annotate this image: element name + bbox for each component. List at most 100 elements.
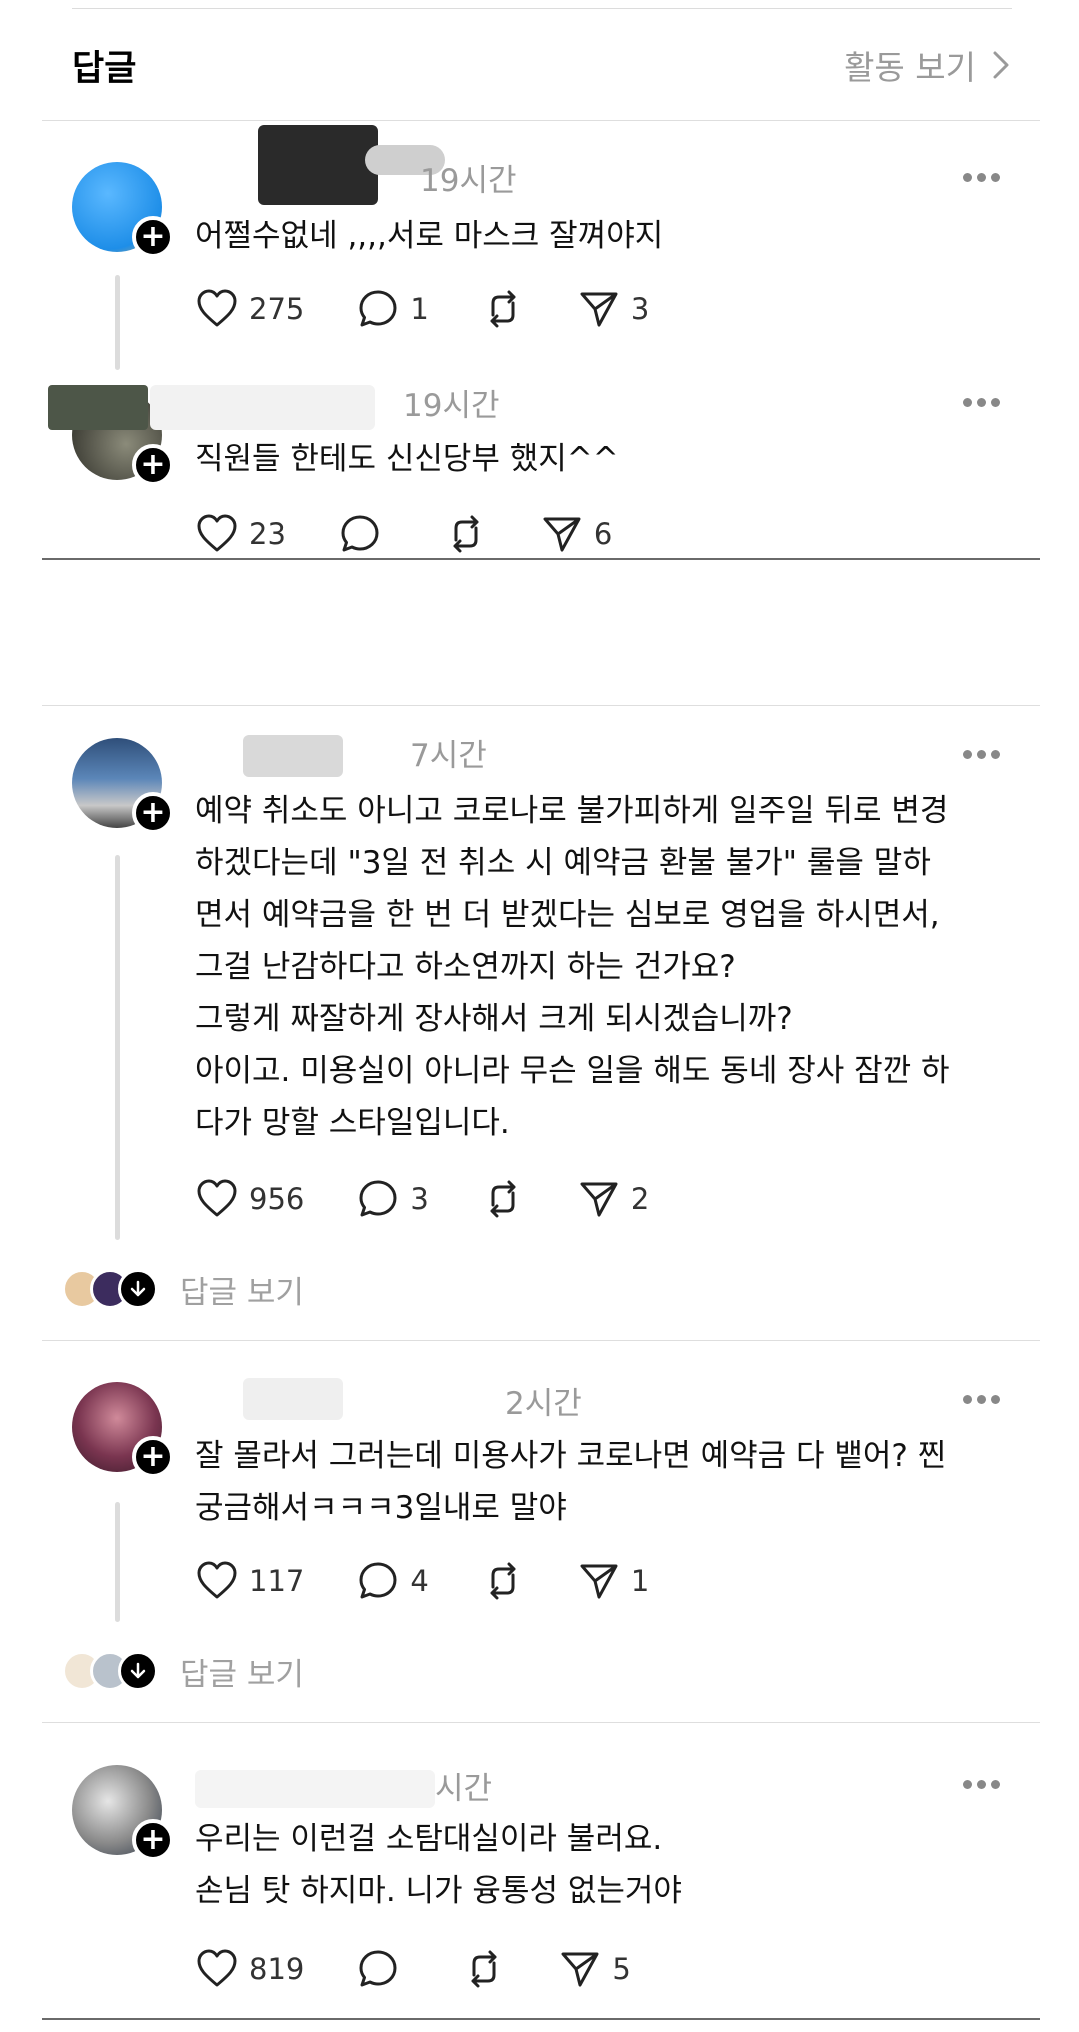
divider: [42, 705, 1040, 706]
action-bar: 956 3 2: [195, 1175, 701, 1223]
share-button[interactable]: 1: [577, 1559, 649, 1603]
repost-button[interactable]: [481, 287, 525, 331]
follow-plus-icon[interactable]: +: [132, 216, 174, 258]
like-count: 275: [249, 292, 305, 326]
repost-icon: [490, 1562, 516, 1600]
post-text-line: 어쩔수없네 ,,,,서로 마스크 잘껴야지: [195, 218, 664, 254]
heart-icon: [197, 1561, 237, 1599]
post-text-line: 그렇게 짜잘하게 장사해서 크게 되시겠습니까?: [195, 1001, 793, 1037]
post-text-line: 직원들 한테도 신신당부 했지^^: [195, 441, 619, 477]
comment-button[interactable]: 1: [356, 287, 429, 331]
redacted-username: [243, 735, 343, 777]
share-count: 3: [630, 292, 650, 326]
post-text: 직원들 한테도 신신당부 했지^^: [195, 433, 1015, 485]
more-icon[interactable]: [963, 398, 1003, 408]
repost-icon: [490, 1180, 516, 1218]
follow-plus-icon[interactable]: +: [132, 792, 174, 834]
chevron-right-icon: [993, 51, 1009, 79]
arrow-down-icon: [118, 1269, 158, 1309]
share-count: 6: [593, 517, 613, 551]
comment-icon: [359, 1950, 397, 1987]
share-count: 2: [630, 1182, 650, 1216]
share-button[interactable]: 6: [540, 512, 612, 556]
view-replies-row[interactable]: 답글 보기: [62, 1265, 304, 1313]
redacted-username: [195, 1770, 435, 1808]
comment-count: 4: [410, 1564, 429, 1598]
repost-icon: [471, 1950, 497, 1988]
like-button[interactable]: 819: [195, 1947, 304, 1991]
post-text-line: 예약 취소도 아니고 코로나로 불가피하게 일주일 뒤로 변경: [195, 793, 949, 829]
thread-line: [115, 1502, 120, 1622]
redacted-username: [150, 385, 375, 430]
share-count: 5: [612, 1952, 631, 1986]
comment-button[interactable]: [356, 1947, 410, 1991]
share-button[interactable]: 2: [577, 1177, 649, 1221]
view-activity-link[interactable]: 활동 보기: [844, 41, 1012, 89]
repost-button[interactable]: [481, 1177, 525, 1221]
repost-button[interactable]: [481, 1559, 525, 1603]
repost-button[interactable]: [444, 512, 488, 556]
heart-icon: [197, 514, 237, 552]
divider: [42, 120, 1040, 121]
like-button[interactable]: 23: [195, 512, 286, 556]
heart-icon: [197, 289, 237, 327]
redacted-username: [243, 1378, 343, 1420]
comment-button[interactable]: 3: [356, 1177, 429, 1221]
post-text: 잘 몰라서 그러는데 미용사가 코로나면 예약금 다 뱉어? 찐 궁금해서ㅋㅋㅋ…: [195, 1430, 1015, 1534]
avatar[interactable]: +: [72, 1765, 174, 1861]
heart-icon: [197, 1179, 237, 1217]
redacted-username: [48, 385, 148, 430]
avatar[interactable]: +: [72, 738, 174, 834]
follow-plus-icon[interactable]: +: [132, 1819, 174, 1861]
section-divider: [42, 2018, 1040, 2020]
like-button[interactable]: 956: [195, 1177, 304, 1221]
like-button[interactable]: 117: [195, 1559, 304, 1603]
post-text-line: 하겠다는데 "3일 전 취소 시 예약금 환불 불가" 룰을 말하: [195, 845, 931, 881]
redacted-username: [258, 125, 378, 205]
divider: [42, 1340, 1040, 1341]
share-button[interactable]: 3: [577, 287, 649, 331]
post-text-line: 우리는 이런걸 소탐대실이라 불러요.: [195, 1821, 663, 1857]
post-text-line: 그걸 난감하다고 하소연까지 하는 건가요?: [195, 949, 736, 985]
action-bar: 117 4 1: [195, 1557, 701, 1605]
post-time: 7시간: [410, 738, 487, 774]
thread-line: [115, 855, 120, 1240]
comment-count: 3: [410, 1182, 429, 1216]
comment-button[interactable]: 4: [356, 1559, 429, 1603]
more-icon[interactable]: [963, 1395, 1003, 1405]
comment-icon: [341, 515, 379, 552]
follow-plus-icon[interactable]: +: [132, 1436, 174, 1478]
avatar[interactable]: +: [72, 162, 174, 258]
follow-plus-icon[interactable]: +: [132, 444, 174, 486]
send-icon: [543, 517, 581, 552]
more-icon[interactable]: [963, 173, 1003, 183]
like-button[interactable]: 275: [195, 287, 304, 331]
post-text: 우리는 이런걸 소탐대실이라 불러요. 손님 탓 하지마. 니가 융통성 없는거…: [195, 1813, 1015, 1917]
post-text-line: 아이고. 미용실이 아니라 무슨 일을 해도 동네 장사 잠깐 하: [195, 1053, 950, 1089]
avatar[interactable]: +: [72, 1382, 174, 1478]
thread-line: [115, 275, 120, 370]
repost-icon: [453, 515, 479, 553]
like-count: 23: [249, 517, 286, 551]
comment-button[interactable]: [338, 512, 392, 556]
more-icon[interactable]: [963, 1780, 1003, 1790]
section-divider: [42, 558, 1040, 560]
post-time: 19시간: [420, 163, 517, 199]
view-replies-row[interactable]: 답글 보기: [62, 1647, 304, 1695]
repost-button[interactable]: [462, 1947, 506, 1991]
view-replies-label: 답글 보기: [180, 1274, 304, 1311]
send-icon: [561, 1952, 599, 1987]
repost-icon: [490, 290, 516, 328]
like-count: 117: [249, 1564, 305, 1598]
share-button[interactable]: 5: [558, 1947, 631, 1991]
send-icon: [580, 1182, 618, 1217]
post-time: 시간: [435, 1771, 493, 1807]
post-text: 어쩔수없네 ,,,,서로 마스크 잘껴야지: [195, 210, 1015, 262]
like-count: 819: [249, 1952, 305, 1986]
heart-icon: [197, 1949, 237, 1987]
post-text-line: 잘 몰라서 그러는데 미용사가 코로나면 예약금 다 뱉어? 찐: [195, 1438, 947, 1474]
more-icon[interactable]: [963, 750, 1003, 760]
comment-count: 1: [410, 292, 429, 326]
view-activity-label: 활동 보기: [844, 48, 976, 87]
comment-icon: [359, 1562, 397, 1599]
